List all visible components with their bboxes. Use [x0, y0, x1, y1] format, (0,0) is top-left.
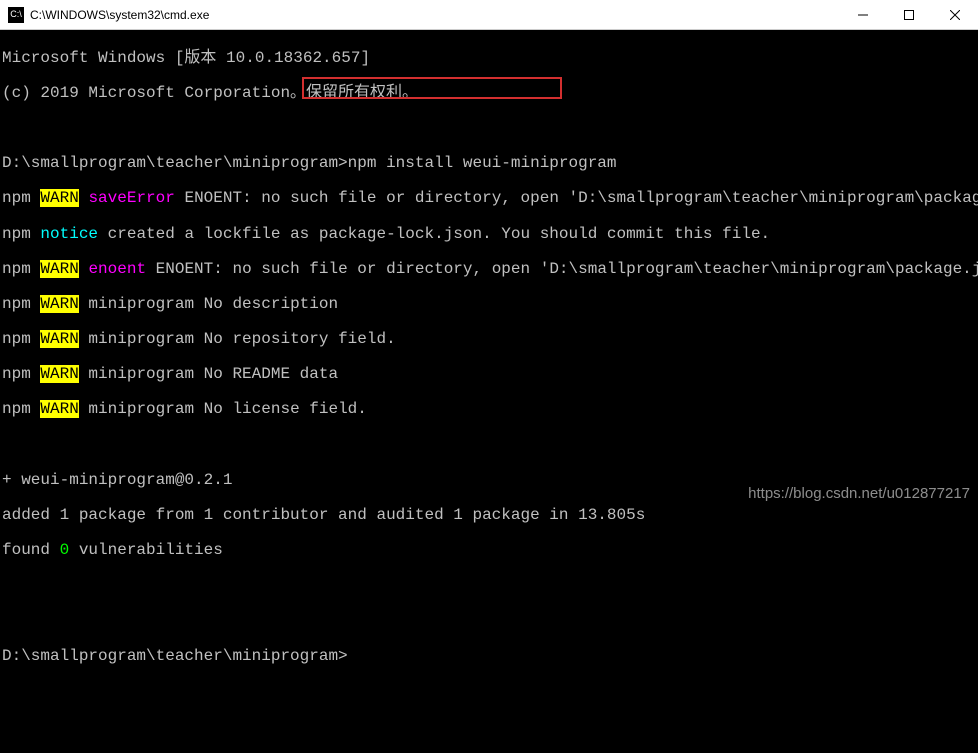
install-result-pkg: + weui-miniprogram@0.2.1 [2, 472, 976, 490]
header-line-1: Microsoft Windows [版本 10.0.18362.657] [2, 50, 976, 68]
cmd-icon: C:\ [8, 7, 24, 23]
prompt-line-2: D:\smallprogram\teacher\miniprogram> [2, 648, 976, 666]
warn-badge: WARN [40, 295, 78, 313]
warn-badge: WARN [40, 365, 78, 383]
prompt-path: D:\smallprogram\teacher\miniprogram> [2, 647, 348, 665]
vulnerabilities-line: found 0 vulnerabilities [2, 542, 976, 560]
window-titlebar: C:\ C:\WINDOWS\system32\cmd.exe [0, 0, 978, 30]
npm-notice: npm notice created a lockfile as package… [2, 226, 976, 244]
npm-warn-readme: npm WARN miniprogram No README data [2, 366, 976, 384]
close-button[interactable] [932, 0, 978, 29]
npm-warn-saveerror: npm WARN saveError ENOENT: no such file … [2, 190, 976, 208]
blank-line [2, 613, 976, 631]
window-controls [840, 0, 978, 29]
npm-warn-license: npm WARN miniprogram No license field. [2, 401, 976, 419]
warn-badge: WARN [40, 400, 78, 418]
prompt-line-1: D:\smallprogram\teacher\miniprogram>npm … [2, 155, 976, 173]
warn-badge: WARN [40, 330, 78, 348]
window-title: C:\WINDOWS\system32\cmd.exe [30, 8, 840, 22]
notice-label: notice [40, 225, 98, 243]
install-result-added: added 1 package from 1 contributor and a… [2, 507, 976, 525]
npm-warn-enoent: npm WARN enoent ENOENT: no such file or … [2, 261, 976, 279]
command-text: npm install weui-miniprogram [348, 154, 617, 172]
npm-warn-desc: npm WARN miniprogram No description [2, 296, 976, 314]
header-line-2: (c) 2019 Microsoft Corporation。保留所有权利。 [2, 85, 976, 103]
warn-badge: WARN [40, 189, 78, 207]
terminal-area[interactable]: Microsoft Windows [版本 10.0.18362.657] (c… [0, 30, 978, 508]
blank-line [2, 577, 976, 595]
blank-line [2, 120, 976, 138]
minimize-button[interactable] [840, 0, 886, 29]
prompt-path: D:\smallprogram\teacher\miniprogram> [2, 154, 348, 172]
npm-warn-repo: npm WARN miniprogram No repository field… [2, 331, 976, 349]
blank-line [2, 437, 976, 455]
warn-badge: WARN [40, 260, 78, 278]
maximize-button[interactable] [886, 0, 932, 29]
